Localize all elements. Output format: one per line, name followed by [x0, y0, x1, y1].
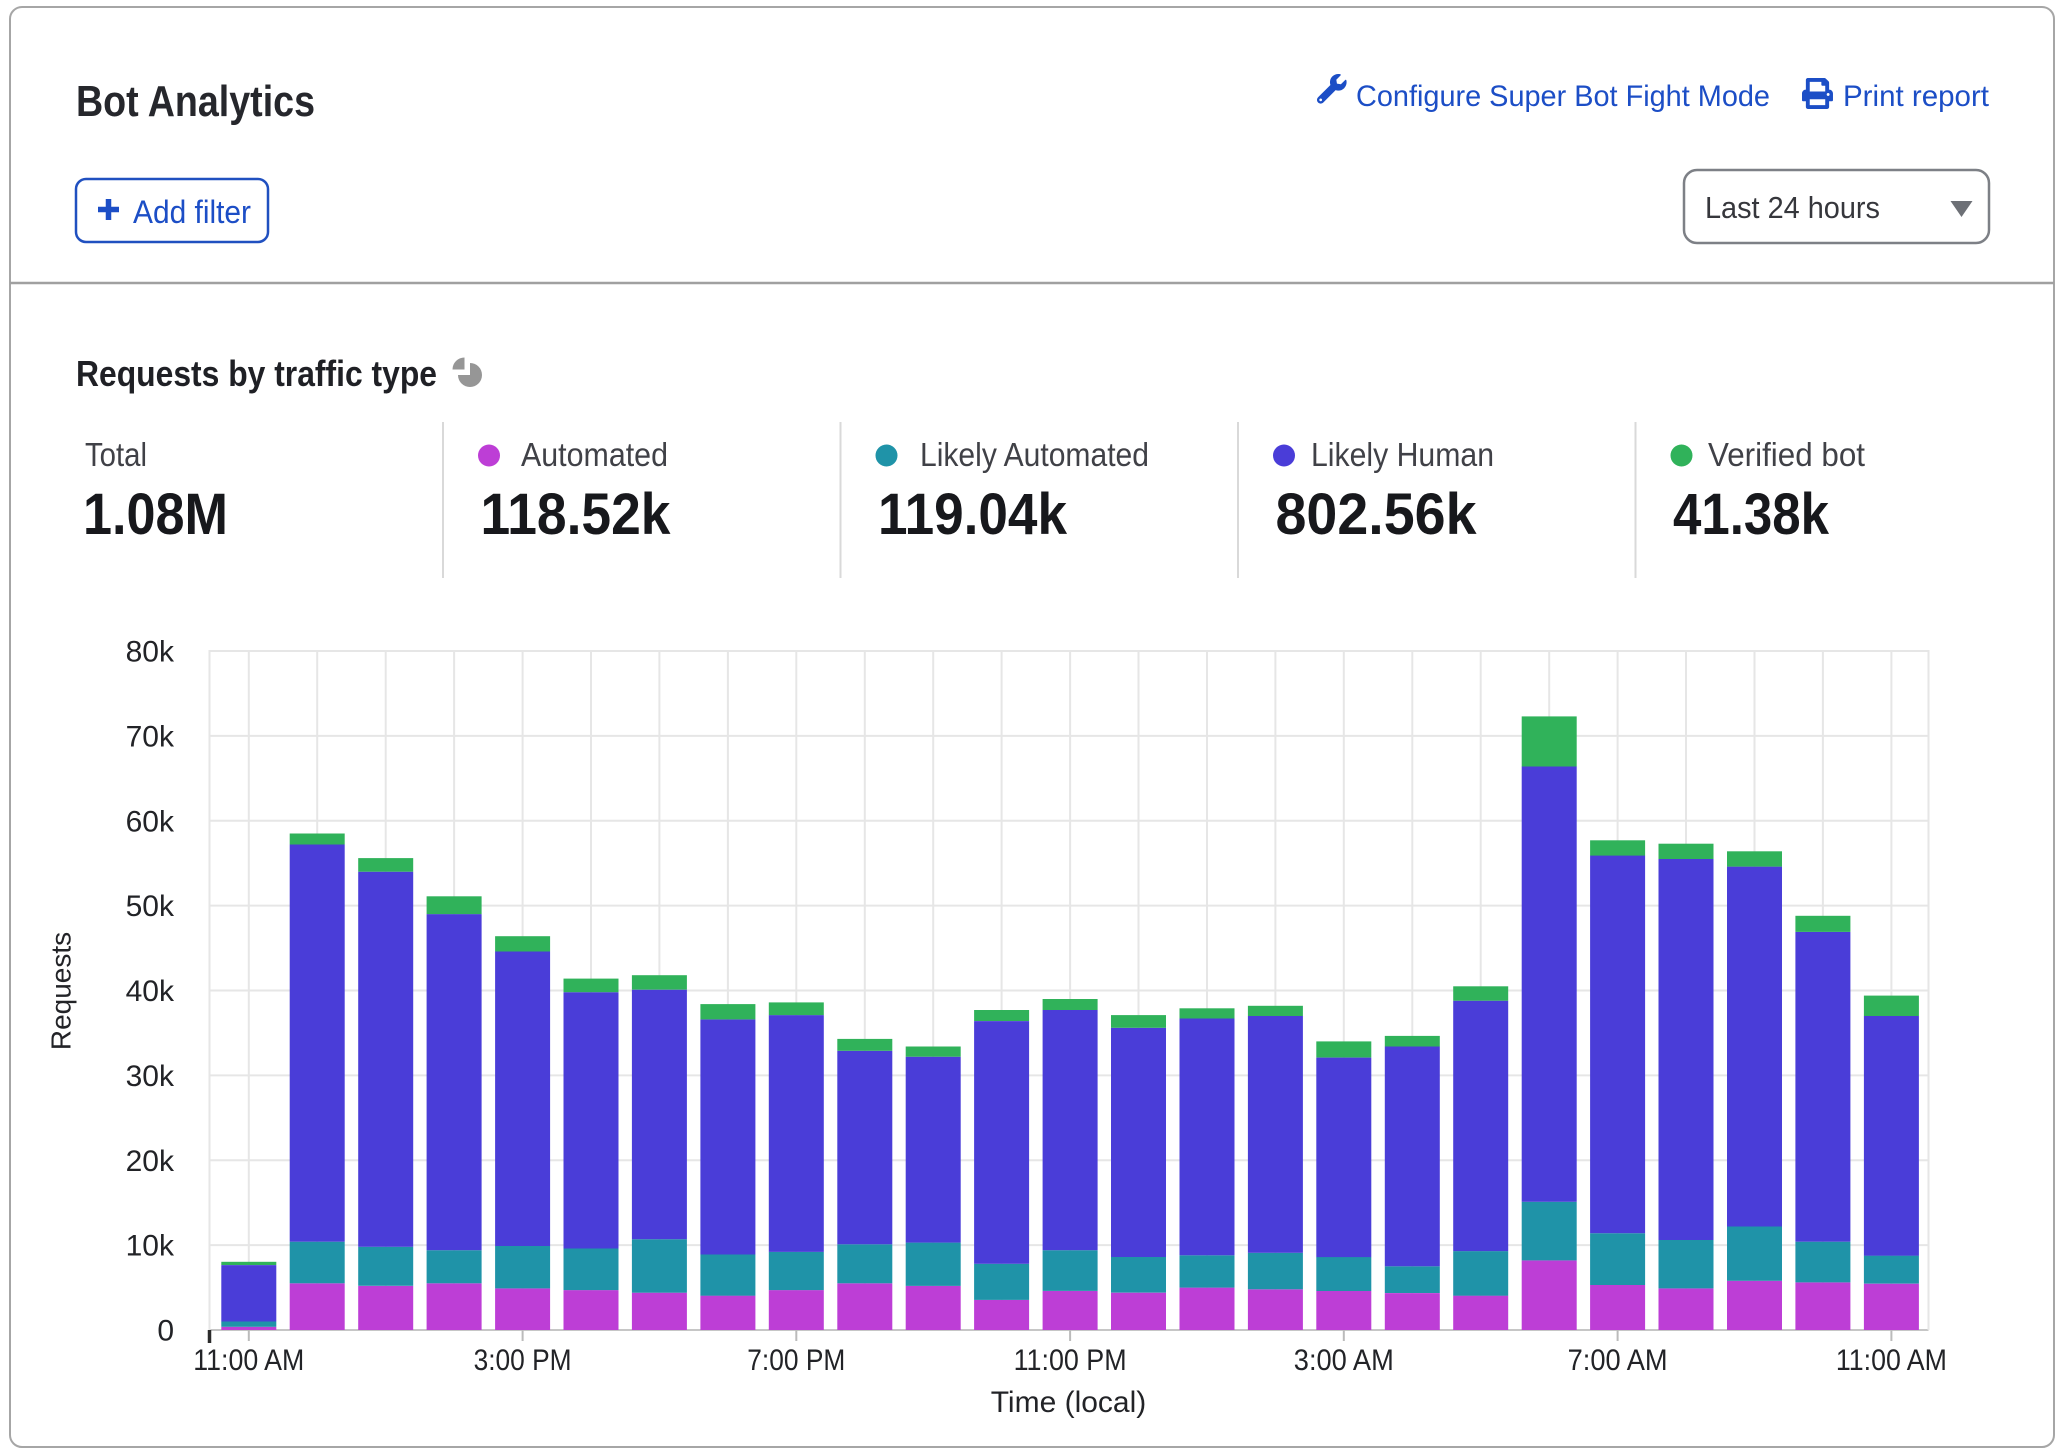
svg-text:Likely Human: Likely Human [1311, 436, 1494, 473]
svg-text:Last 24 hours: Last 24 hours [1705, 190, 1880, 225]
svg-text:70k: 70k [126, 720, 175, 753]
svg-text:119.04k: 119.04k [878, 482, 1068, 547]
svg-text:41.38k: 41.38k [1673, 482, 1830, 547]
svg-text:50k: 50k [126, 890, 175, 923]
svg-text:Add filter: Add filter [133, 194, 251, 230]
svg-text:3:00 PM: 3:00 PM [474, 1344, 572, 1377]
svg-text:118.52k: 118.52k [481, 482, 672, 547]
svg-text:802.56k: 802.56k [1276, 482, 1478, 547]
svg-text:3:00 AM: 3:00 AM [1294, 1344, 1394, 1377]
svg-text:Automated: Automated [521, 436, 668, 473]
svg-text:30k: 30k [126, 1060, 175, 1093]
svg-text:20k: 20k [126, 1145, 175, 1178]
svg-text:11:00 AM: 11:00 AM [1836, 1344, 1947, 1377]
svg-text:Time (local): Time (local) [991, 1386, 1147, 1419]
svg-text:Total: Total [85, 436, 147, 473]
svg-text:40k: 40k [126, 975, 175, 1008]
svg-text:7:00 AM: 7:00 AM [1568, 1344, 1668, 1377]
svg-text:60k: 60k [126, 805, 175, 838]
svg-text:Verified bot: Verified bot [1708, 436, 1865, 473]
svg-text:11:00 AM: 11:00 AM [193, 1344, 304, 1377]
svg-text:80k: 80k [126, 636, 175, 669]
svg-text:1.08M: 1.08M [83, 482, 228, 547]
svg-text:Likely Automated: Likely Automated [920, 436, 1149, 473]
svg-text:Requests: Requests [46, 932, 77, 1050]
svg-text:0: 0 [157, 1315, 174, 1348]
svg-text:Bot Analytics: Bot Analytics [76, 77, 315, 126]
svg-text:Print report: Print report [1843, 80, 1990, 113]
svg-text:11:00 PM: 11:00 PM [1014, 1344, 1127, 1377]
svg-text:Requests by traffic type: Requests by traffic type [76, 353, 437, 394]
svg-text:7:00 PM: 7:00 PM [747, 1344, 845, 1377]
svg-text:10k: 10k [126, 1230, 175, 1263]
svg-text:Configure Super Bot Fight Mode: Configure Super Bot Fight Mode [1356, 80, 1770, 113]
